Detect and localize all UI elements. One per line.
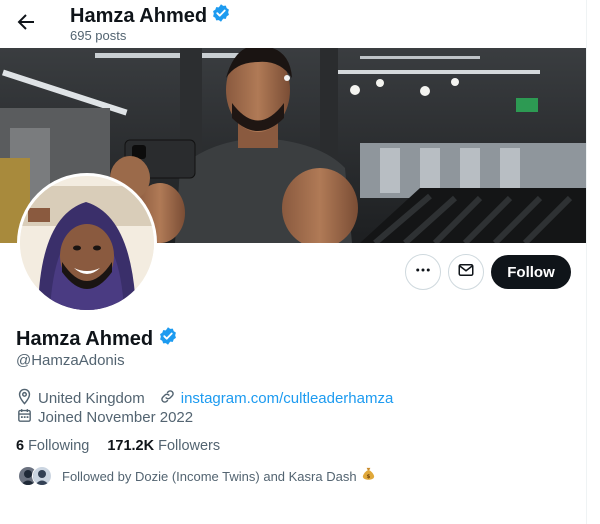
profile-name-text: Hamza Ahmed [16, 327, 154, 350]
followed-by-text: Followed by Dozie (Income Twins) and Kas… [62, 468, 357, 484]
follower-avatar [32, 466, 52, 486]
message-button[interactable] [448, 254, 484, 290]
profile-header-bar: Hamza Ahmed 695 posts [0, 0, 586, 48]
more-icon [414, 261, 432, 284]
back-arrow-icon[interactable] [14, 10, 38, 34]
followers-link[interactable]: 171.2K Followers [107, 438, 220, 454]
link-icon [159, 388, 181, 409]
followers-count: 171.2K [107, 438, 155, 454]
calendar-icon [16, 407, 38, 428]
followed-by[interactable]: Followed by Dozie (Income Twins) and Kas… [18, 466, 376, 486]
follow-button[interactable]: Follow [491, 255, 571, 289]
joined-text: Joined November 2022 [38, 409, 194, 426]
header-name-text: Hamza Ahmed [70, 4, 208, 27]
avatar[interactable] [17, 173, 157, 313]
money-bag-icon: $ [361, 466, 376, 486]
follow-stats: 6 Following 171.2K Followers [16, 438, 220, 454]
svg-text:$: $ [366, 474, 370, 480]
verified-badge-icon [211, 3, 231, 29]
profile-handle: @HamzaAdonis [16, 352, 125, 369]
profile-name: Hamza Ahmed [16, 326, 178, 352]
column-divider [586, 0, 587, 524]
more-options-button[interactable] [405, 254, 441, 290]
verified-badge-icon[interactable] [158, 326, 178, 352]
following-count: 6 [16, 438, 25, 454]
location-text: United Kingdom [38, 390, 145, 407]
post-count: 695 posts [70, 28, 127, 43]
mail-icon [457, 261, 475, 284]
following-link[interactable]: 6 Following [16, 438, 89, 454]
followers-label: Followers [158, 438, 221, 454]
header-name: Hamza Ahmed [70, 3, 231, 29]
location-icon [16, 388, 38, 409]
profile-joined-row: Joined November 2022 [16, 407, 193, 428]
profile-meta-row: United Kingdom instagram.com/cultleaderh… [16, 388, 393, 409]
following-label: Following [28, 438, 90, 454]
website-link[interactable]: instagram.com/cultleaderhamza [181, 390, 394, 407]
